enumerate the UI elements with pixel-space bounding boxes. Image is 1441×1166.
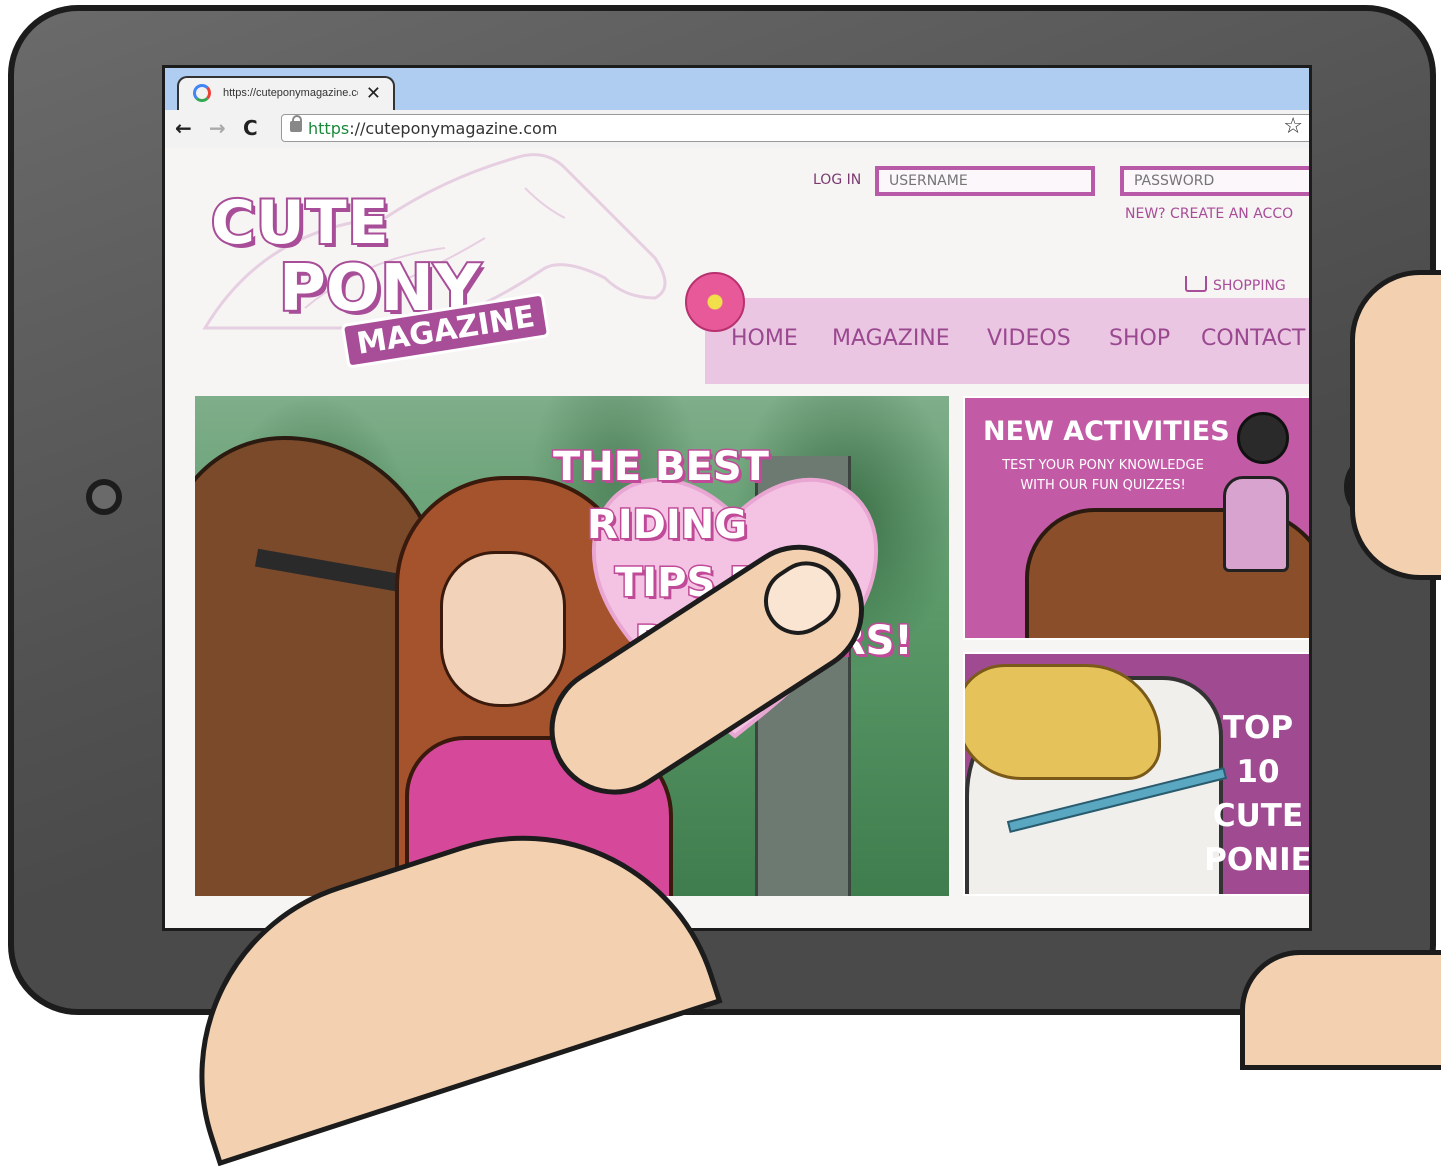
- top-line-4: PONIE: [1204, 842, 1312, 878]
- url-text: https://cuteponymagazine.com: [308, 119, 557, 138]
- create-account-link[interactable]: NEW? CREATE AN ACCO: [1125, 206, 1293, 222]
- address-bar[interactable]: https://cuteponymagazine.com: [281, 114, 1309, 142]
- logo-line-cute: CUTE: [209, 186, 391, 260]
- hero-line-2: RIDING: [585, 501, 748, 550]
- tab-close-icon[interactable]: ✕: [366, 83, 381, 104]
- nav-contact[interactable]: CONTACT: [1201, 326, 1305, 351]
- tablet-frame: https://cuteponymagazine.com ✕ ← → C htt…: [8, 5, 1436, 1015]
- reload-icon[interactable]: C: [243, 116, 258, 140]
- activities-subtitle: TEST YOUR PONY KNOWLEDGE WITH OUR FUN QU…: [1002, 458, 1204, 493]
- new-activities-card[interactable]: NEW ACTIVITIES TEST YOUR PONY KNOWLEDGE …: [963, 396, 1309, 640]
- camera-icon: [86, 479, 122, 515]
- nav-home[interactable]: HOME: [731, 326, 798, 351]
- top-line-1: TOP: [1222, 710, 1294, 746]
- activities-title: NEW ACTIVITIES: [983, 416, 1230, 447]
- login-label: LOG IN: [813, 172, 862, 188]
- nav-shop[interactable]: SHOP: [1109, 326, 1170, 351]
- top-ten-text: TOP 10 CUTE PONIE: [1193, 706, 1312, 882]
- web-page: CUTE PONY MAGAZINE LOG IN NEW? CREATE AN…: [165, 148, 1312, 928]
- url-scheme: https: [308, 119, 350, 138]
- back-arrow-icon[interactable]: ←: [175, 116, 192, 140]
- nav-magazine[interactable]: MAGAZINE: [832, 326, 950, 351]
- hero-line-1: THE BEST: [552, 443, 771, 492]
- browser-tab[interactable]: https://cuteponymagazine.com ✕: [177, 76, 395, 110]
- top-ten-card[interactable]: TOP 10 CUTE PONIE: [963, 652, 1312, 896]
- url-domain: ://cuteponymagazine.com: [349, 119, 558, 138]
- golden-mane: [965, 664, 1161, 780]
- shopping-label: SHOPPING: [1213, 278, 1286, 294]
- shopping-cart-link[interactable]: SHOPPING: [1185, 276, 1286, 294]
- forward-arrow-icon[interactable]: →: [209, 116, 226, 140]
- rider-body: [1223, 476, 1289, 572]
- girl-face: [440, 551, 566, 707]
- fingernail: [750, 548, 854, 648]
- tab-title: https://cuteponymagazine.com: [223, 87, 358, 99]
- nav-videos[interactable]: VIDEOS: [987, 326, 1071, 351]
- right-hand-palm: [1240, 950, 1441, 1070]
- rider-helmet: [1237, 412, 1289, 464]
- username-input[interactable]: [875, 166, 1095, 196]
- bookmark-star-icon[interactable]: ☆: [1283, 114, 1303, 139]
- browser-tab-strip: https://cuteponymagazine.com ✕: [165, 68, 1309, 110]
- lock-icon: [290, 115, 302, 132]
- cart-icon: [1185, 276, 1207, 292]
- google-icon: [193, 84, 211, 102]
- tablet-screen: https://cuteponymagazine.com ✕ ← → C htt…: [162, 65, 1312, 931]
- top-line-3: CUTE: [1212, 798, 1304, 834]
- browser-toolbar: ← → C https://cuteponymagazine.com ☆: [165, 110, 1309, 149]
- password-input[interactable]: [1120, 166, 1309, 196]
- flower-icon: [685, 272, 745, 332]
- top-line-2: 10: [1236, 754, 1280, 790]
- right-hand-thumb: [1350, 270, 1441, 580]
